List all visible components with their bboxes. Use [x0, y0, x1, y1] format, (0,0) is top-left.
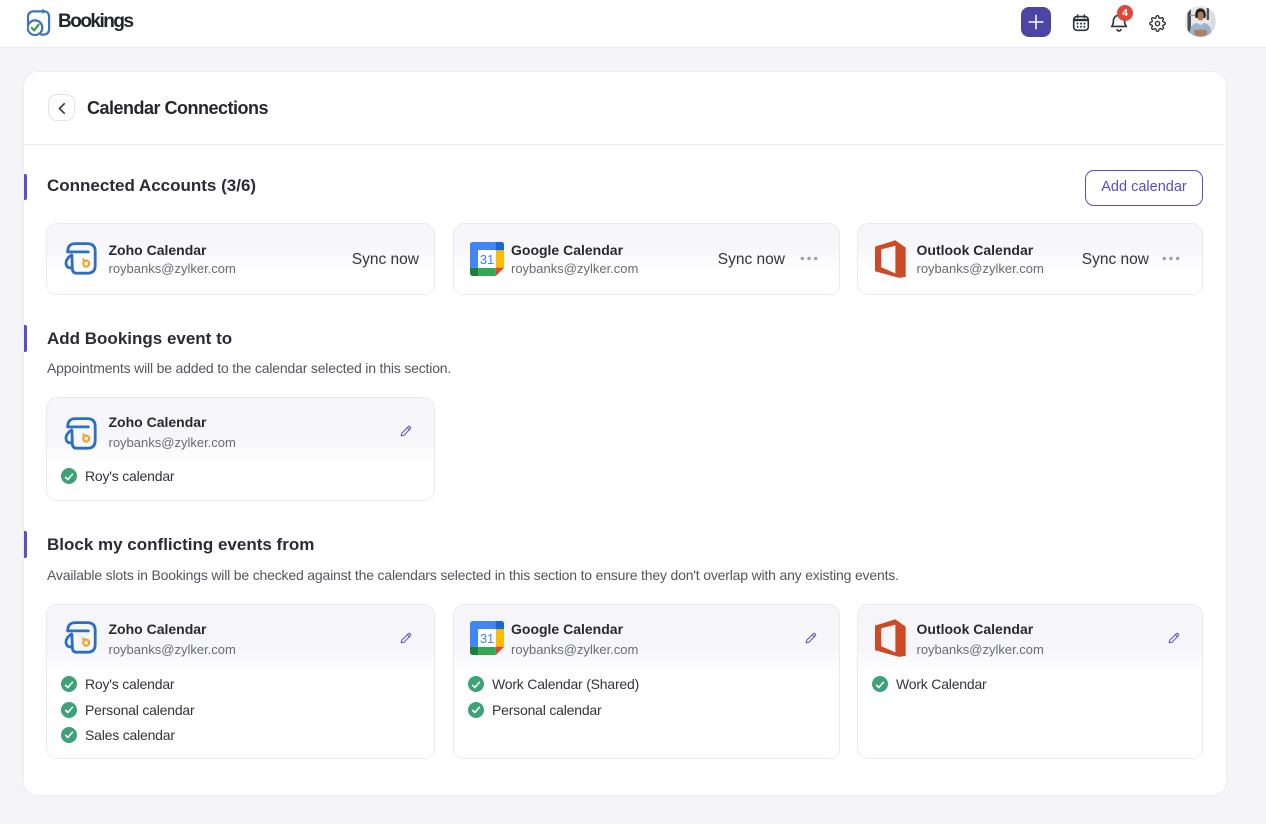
svg-text:31: 31: [480, 252, 494, 267]
svg-text:31: 31: [480, 631, 494, 646]
